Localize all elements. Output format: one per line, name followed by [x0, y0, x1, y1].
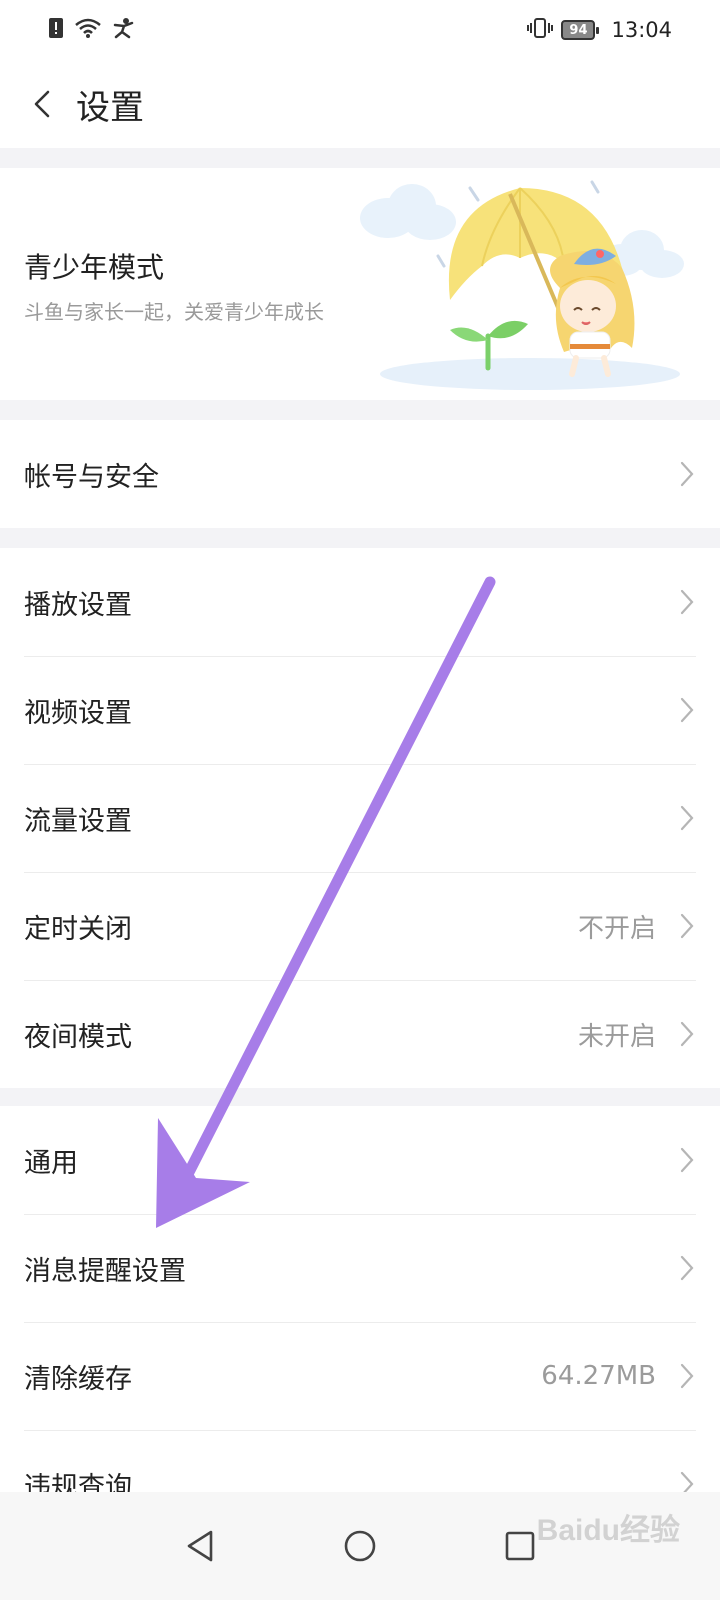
watermark: Baidu经验	[536, 1514, 680, 1547]
person-icon	[112, 17, 136, 43]
chevron-right-icon	[678, 1019, 696, 1049]
alert-icon	[48, 17, 64, 43]
row-label: 清除缓存	[24, 1363, 132, 1395]
nav-back-button[interactable]	[170, 1516, 230, 1576]
row-label: 消息提醒设置	[24, 1255, 186, 1287]
row-label: 定时关闭	[24, 913, 132, 945]
header: 设置	[0, 60, 720, 148]
settings-group-playback: 播放设置 视频设置 流量设置 定时关闭 不开启 夜间模式 未开启	[0, 548, 720, 1088]
vibrate-icon	[527, 17, 554, 44]
back-button[interactable]	[0, 60, 76, 148]
page-title: 设置	[76, 87, 144, 128]
settings-row-account-security[interactable]: 帐号与安全	[0, 420, 720, 528]
settings-row-data-usage[interactable]: 流量设置	[0, 764, 720, 872]
row-value: 不开启	[577, 913, 656, 944]
settings-row-night-mode[interactable]: 夜间模式 未开启	[0, 980, 720, 1088]
row-label: 播放设置	[24, 589, 132, 621]
chevron-right-icon	[678, 911, 696, 941]
settings-row-notifications[interactable]: 消息提醒设置	[0, 1214, 720, 1322]
settings-row-general[interactable]: 通用	[0, 1106, 720, 1214]
status-bar: 94 13:04	[0, 0, 720, 60]
wifi-icon	[74, 17, 102, 43]
settings-screen: 94 13:04 设置 青少年模式 斗鱼与家长一起，关爱青少年成长 帐号与安全 …	[0, 0, 720, 1600]
settings-row-video[interactable]: 视频设置	[0, 656, 720, 764]
back-triangle-icon	[187, 1530, 213, 1562]
row-label: 视频设置	[24, 697, 132, 729]
teen-mode-illustration	[360, 180, 684, 390]
battery-icon: 94	[561, 20, 600, 40]
row-value: 64.27MB	[541, 1361, 656, 1391]
chevron-right-icon	[678, 695, 696, 725]
chevron-right-icon	[678, 459, 696, 489]
settings-row-clear-cache[interactable]: 清除缓存 64.27MB	[0, 1322, 720, 1430]
teen-mode-title: 青少年模式	[24, 251, 165, 284]
nav-home-button[interactable]	[330, 1516, 390, 1576]
settings-row-playback[interactable]: 播放设置	[0, 548, 720, 656]
row-label: 帐号与安全	[24, 461, 159, 493]
home-circle-icon	[344, 1530, 376, 1562]
chevron-right-icon	[678, 587, 696, 617]
chevron-right-icon	[678, 1361, 696, 1391]
chevron-right-icon	[678, 1145, 696, 1175]
settings-group-general: 通用 消息提醒设置 清除缓存 64.27MB 违规查询	[0, 1106, 720, 1492]
settings-group-account: 帐号与安全	[0, 420, 720, 528]
recents-square-icon	[505, 1531, 535, 1561]
settings-row-violation-lookup[interactable]: 违规查询	[0, 1430, 720, 1492]
row-label: 夜间模式	[24, 1021, 132, 1053]
row-label: 流量设置	[24, 805, 132, 837]
chevron-right-icon	[678, 1253, 696, 1283]
chevron-right-icon	[678, 803, 696, 833]
settings-row-sleep-timer[interactable]: 定时关闭 不开启	[0, 872, 720, 980]
row-label: 通用	[24, 1147, 78, 1179]
back-chevron-icon	[34, 90, 50, 118]
teen-mode-subtitle: 斗鱼与家长一起，关爱青少年成长	[24, 300, 324, 324]
clock: 13:04	[611, 18, 672, 42]
row-value: 未开启	[577, 1021, 656, 1052]
chevron-right-icon	[678, 1469, 696, 1492]
teen-mode-banner[interactable]: 青少年模式 斗鱼与家长一起，关爱青少年成长	[0, 168, 720, 400]
row-label: 违规查询	[24, 1471, 132, 1493]
